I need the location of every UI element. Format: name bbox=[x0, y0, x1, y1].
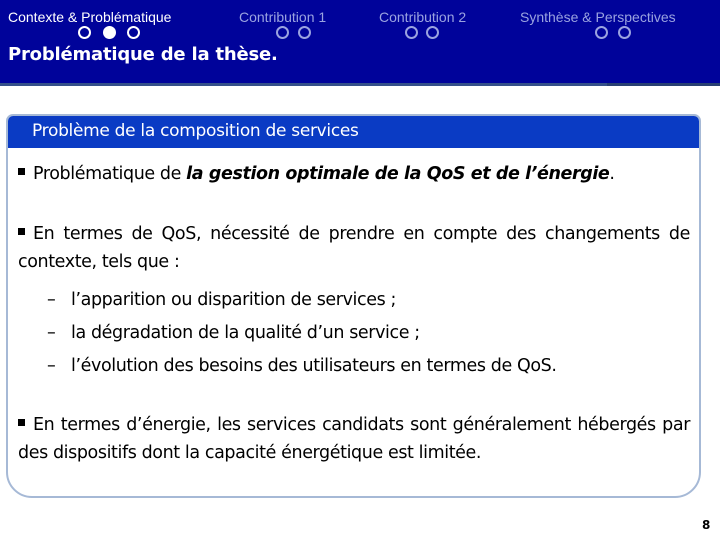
list-item: – l’apparition ou disparition de services… bbox=[18, 284, 690, 317]
nav-section-label[interactable]: Contribution 1 bbox=[239, 9, 326, 25]
paragraph-suffix: . bbox=[609, 164, 615, 184]
nav-dot-icon[interactable] bbox=[276, 26, 289, 39]
content-box-body: Problématique de la gestion optimale de … bbox=[18, 156, 690, 467]
nav-section-label[interactable]: Synthèse & Perspectives bbox=[520, 9, 676, 25]
square-bullet-icon bbox=[18, 228, 25, 235]
nav-dot-icon[interactable] bbox=[595, 26, 608, 39]
list-item: – l’évolution des besoins des utilisateur… bbox=[18, 350, 690, 383]
paragraph-text: En termes d’énergie, les services candid… bbox=[18, 415, 690, 463]
page-number: 8 bbox=[702, 518, 711, 532]
content-box-title: Problème de la composition de services bbox=[32, 121, 359, 141]
slide-title: Problématique de la thèse. bbox=[8, 44, 278, 65]
header-divider bbox=[0, 83, 720, 86]
nav-dot-icon[interactable] bbox=[78, 26, 91, 39]
nav-dot-icon[interactable] bbox=[405, 26, 418, 39]
dash-bullet-icon: – bbox=[47, 323, 56, 343]
nav-dot-current-icon[interactable] bbox=[103, 26, 116, 39]
bullet-paragraph-qos: En termes de QoS, nécessité de prendre e… bbox=[18, 220, 690, 276]
list-item: – la dégradation de la qualité d’un servi… bbox=[18, 317, 690, 350]
list-item-text: la dégradation de la qualité d’un servic… bbox=[71, 323, 420, 343]
square-bullet-icon bbox=[18, 168, 25, 175]
dash-bullet-icon: – bbox=[47, 290, 56, 310]
list-item-text: l’évolution des besoins des utilisateurs… bbox=[71, 356, 557, 376]
nav-section-label[interactable]: Contexte & Problématique bbox=[8, 9, 171, 25]
square-bullet-icon bbox=[18, 419, 25, 426]
sub-list: – l’apparition ou disparition de services… bbox=[18, 284, 690, 383]
bullet-paragraph-qos-energy: Problématique de la gestion optimale de … bbox=[18, 160, 690, 188]
nav-dot-icon[interactable] bbox=[618, 26, 631, 39]
slide-header: Contexte & Problématique Contribution 1 … bbox=[0, 0, 720, 84]
paragraph-text: Problématique de bbox=[33, 164, 187, 184]
nav-section-label[interactable]: Contribution 2 bbox=[379, 9, 466, 25]
dash-bullet-icon: – bbox=[47, 356, 56, 376]
content-box: Problème de la composition de services P… bbox=[6, 114, 701, 498]
nav-dot-icon[interactable] bbox=[426, 26, 439, 39]
paragraph-text: En termes de QoS, nécessité de prendre e… bbox=[18, 224, 690, 272]
nav-dot-icon[interactable] bbox=[298, 26, 311, 39]
content-box-header: Problème de la composition de services bbox=[8, 116, 699, 148]
nav-dot-icon[interactable] bbox=[127, 26, 140, 39]
list-item-text: l’apparition ou disparition de services … bbox=[71, 290, 396, 310]
emphasis-text: la gestion optimale de la QoS et de l’én… bbox=[186, 164, 610, 184]
bullet-paragraph-energy: En termes d’énergie, les services candid… bbox=[18, 411, 690, 467]
